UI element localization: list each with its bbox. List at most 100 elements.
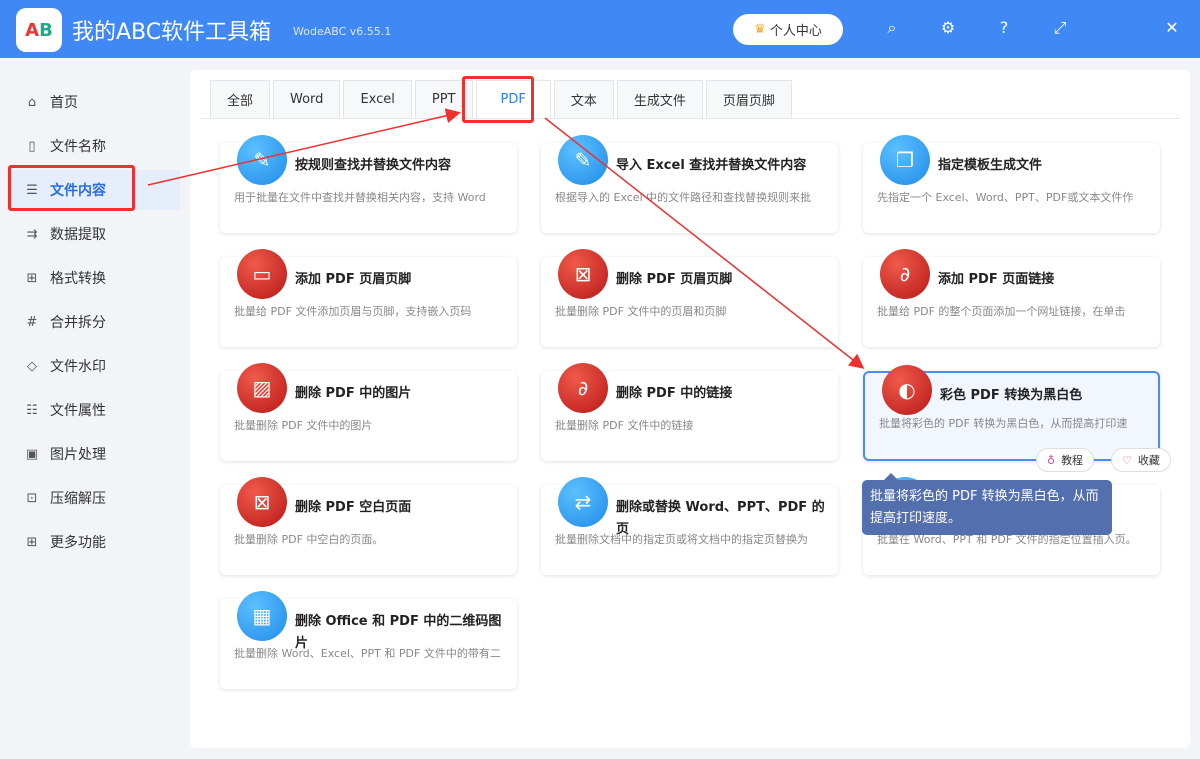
tab[interactable]: 生成文件 (616, 80, 703, 118)
search-icon[interactable]: ⌕ (881, 18, 903, 38)
tool-desc: 批量删除 PDF 文件中的页眉和页脚 (555, 305, 727, 318)
sidebar-item[interactable]: ⊡ 压缩解压 (10, 478, 180, 518)
tool-icon: ⊠ (237, 477, 287, 527)
user-center-button[interactable]: ♛ 个人中心 (733, 14, 843, 45)
user-center-label: 个人中心 (769, 24, 822, 39)
heart-icon: ♡ (1122, 453, 1132, 467)
tool-title: 导入 Excel 查找并替换文件内容 (616, 158, 807, 173)
tool-card[interactable]: ❐ 指定模板生成文件先指定一个 Excel、Word、PPT、PDF或文本文件作 (863, 135, 1160, 233)
sidebar-item-label: 文件水印 (50, 359, 106, 375)
tool-title: 删除 PDF 空白页面 (295, 500, 412, 515)
tool-card[interactable]: ▦ 删除 Office 和 PDF 中的二维码图片 批量删除 Word、Excel、… (220, 591, 517, 689)
sidebar-item[interactable]: # 合并拆分 (10, 302, 180, 342)
favorite-label: 收藏 (1137, 454, 1160, 467)
lightbulb-icon: ♁ (1047, 453, 1056, 467)
tool-card[interactable]: ⊠ 删除 PDF 空白页面批量删除 PDF 中空白的页面。 (220, 477, 517, 575)
sidebar-item-label: 合并拆分 (50, 315, 106, 331)
tool-card[interactable]: ▨ 删除 PDF 中的图片 批量删除 PDF 文件中的图片 (220, 363, 517, 461)
tool-card[interactable]: ▭ 添加 PDF 页眉页脚批量给 PDF 文件添加页眉与页脚，支持嵌入页码 (220, 249, 517, 347)
tool-desc: 批量删除 PDF 文件中的图片 (234, 419, 373, 432)
close-icon[interactable]: ✕ (1161, 18, 1183, 37)
tool-card[interactable]: ∂ 删除 PDF 中的链接 批量删除 PDF 文件中的链接 (541, 363, 838, 461)
tool-icon: ❐ (880, 135, 930, 185)
sidebar-item-label: 更多功能 (50, 535, 106, 551)
tool-icon: ⊠ (558, 249, 608, 299)
tool-desc: 批量将彩色的 PDF 转换为黑白色，从而提高打印速 (879, 417, 1128, 430)
tool-icon: ◐ (882, 365, 932, 415)
tool-icon: ✎ (558, 135, 608, 185)
app-version: WodeABC v6.55.1 (293, 25, 392, 38)
tool-title: 按规则查找并替换文件内容 (295, 158, 452, 173)
tool-icon: ▭ (237, 249, 287, 299)
sidebar-item-label: 首页 (50, 95, 78, 111)
sidebar-item-icon: ◇ (27, 358, 37, 374)
favorite-button[interactable]: ♡ 收藏 (1111, 448, 1171, 472)
sidebar-item[interactable]: ⊞ 格式转换 (10, 258, 180, 298)
sidebar-item-label: 文件名称 (50, 139, 106, 155)
tutorial-button[interactable]: ♁ 教程 (1036, 448, 1095, 472)
title-bar: AB 我的ABC软件工具箱 WodeABC v6.55.1 ♛ 个人中心 ⌕ ⚙ … (0, 0, 1200, 58)
tool-desc: 批量删除 PDF 文件中的链接 (555, 419, 694, 432)
sidebar-item-label: 数据提取 (50, 227, 106, 243)
sidebar-item[interactable]: ◇ 文件水印 (10, 346, 180, 386)
sidebar-item-icon: ⌂ (27, 94, 37, 110)
app-title: 我的ABC软件工具箱 (72, 20, 272, 45)
sidebar-item[interactable]: ⊞ 更多功能 (10, 522, 180, 562)
tool-card[interactable]: ✎ 按规则查找并替换文件内容用于批量在文件中查找并替换相关内容，支持 Word (220, 135, 517, 233)
tab[interactable]: 文本 (553, 80, 614, 118)
tool-card[interactable]: ∂ 添加 PDF 页面链接批量给 PDF 的整个页面添加一个网址链接，在单击 (863, 249, 1160, 347)
sidebar-item[interactable]: ▣ 图片处理 (10, 434, 180, 474)
sidebar-item[interactable]: ⇉ 数据提取 (10, 214, 180, 254)
tab[interactable]: Word (273, 80, 341, 118)
crown-icon: ♛ (754, 22, 766, 37)
sidebar-item-label: 格式转换 (50, 271, 106, 287)
tool-icon: ✎ (237, 135, 287, 185)
sidebar: ⌂ 首页 ▯ 文件名称 ☰ 文件内容 ⇉ 数据提取 ⊞ 格式转换 # 合并拆分 ◇ 文件水印 ☷ 文件属性 ▣ 图… (0, 58, 180, 759)
tool-desc: 批量给 PDF 文件添加页眉与页脚，支持嵌入页码 (234, 305, 472, 318)
sidebar-item-label: 文件属性 (50, 403, 106, 419)
tool-title: 指定模板生成文件 (938, 158, 1043, 173)
tool-desc: 用于批量在文件中查找并替换相关内容，支持 Word (234, 191, 486, 204)
sidebar-item-icon: ⇉ (26, 226, 38, 242)
highlight-box (462, 76, 534, 123)
app-logo: AB (16, 8, 62, 52)
help-icon[interactable]: ? (993, 18, 1015, 37)
tab[interactable]: 全部 (210, 80, 271, 118)
tool-card[interactable]: ◐ 彩色 PDF 转换为黑白色批量将彩色的 PDF 转换为黑白色，从而提高打印速 (863, 365, 1160, 461)
tool-card[interactable]: ✎ 导入 Excel 查找并替换文件内容根据导入的 Excel 中的文件路径和查找… (541, 135, 838, 233)
sidebar-item[interactable]: ☷ 文件属性 (10, 390, 180, 430)
tool-icon: ▨ (237, 363, 287, 413)
tab[interactable]: 页眉页脚 (705, 80, 792, 118)
tutorial-label: 教程 (1061, 454, 1084, 467)
sidebar-item-icon: ⊡ (26, 490, 38, 506)
tool-desc: 批量删除 PDF 中空白的页面。 (234, 533, 384, 546)
tool-icon: ∂ (880, 249, 930, 299)
tool-desc: 批量删除 Word、Excel、PPT 和 PDF 文件中的带有二 (234, 647, 501, 660)
tool-card[interactable]: ⇄ 删除或替换 Word、PPT、PDF 的页 批量删除文档中的指定页或将文档中的指… (541, 477, 838, 575)
maximize-icon[interactable]: ⤢ (1049, 18, 1071, 38)
tool-desc: 批量删除文档中的指定页或将文档中的指定页替换为 (555, 533, 808, 546)
tool-desc: 批量给 PDF 的整个页面添加一个网址链接，在单击 (877, 305, 1126, 318)
tool-title: 添加 PDF 页面链接 (938, 272, 1055, 287)
tool-icon: ▦ (237, 591, 287, 641)
highlight-box (8, 165, 135, 211)
sidebar-item-icon: # (26, 314, 38, 330)
tool-desc: 根据导入的 Excel 中的文件路径和查找替换规则来批 (555, 191, 812, 204)
tool-title: 删除 PDF 页眉页脚 (616, 272, 733, 287)
tool-icon: ∂ (558, 363, 608, 413)
sidebar-item-icon: ☷ (26, 402, 38, 418)
sidebar-item-icon: ⊞ (26, 534, 38, 550)
tab[interactable]: Excel (343, 80, 412, 118)
tool-title: 添加 PDF 页眉页脚 (295, 272, 412, 287)
tooltip: 批量将彩色的 PDF 转换为黑白色，从而提高打印速度。 (862, 473, 1112, 535)
tool-icon: ⇄ (558, 477, 608, 527)
sidebar-item[interactable]: ⌂ 首页 (10, 82, 180, 122)
tool-card[interactable]: ⊠ 删除 PDF 页眉页脚批量删除 PDF 文件中的页眉和页脚 (541, 249, 838, 347)
gear-icon[interactable]: ⚙ (937, 18, 959, 37)
tool-desc: 先指定一个 Excel、Word、PPT、PDF或文本文件作 (877, 191, 1134, 204)
sidebar-item-label: 图片处理 (50, 447, 106, 463)
sidebar-item[interactable]: ▯ 文件名称 (10, 126, 180, 166)
sidebar-item-icon: ▯ (28, 138, 36, 154)
sidebar-item-icon: ▣ (25, 446, 39, 462)
tool-title: 彩色 PDF 转换为黑白色 (940, 388, 1083, 403)
